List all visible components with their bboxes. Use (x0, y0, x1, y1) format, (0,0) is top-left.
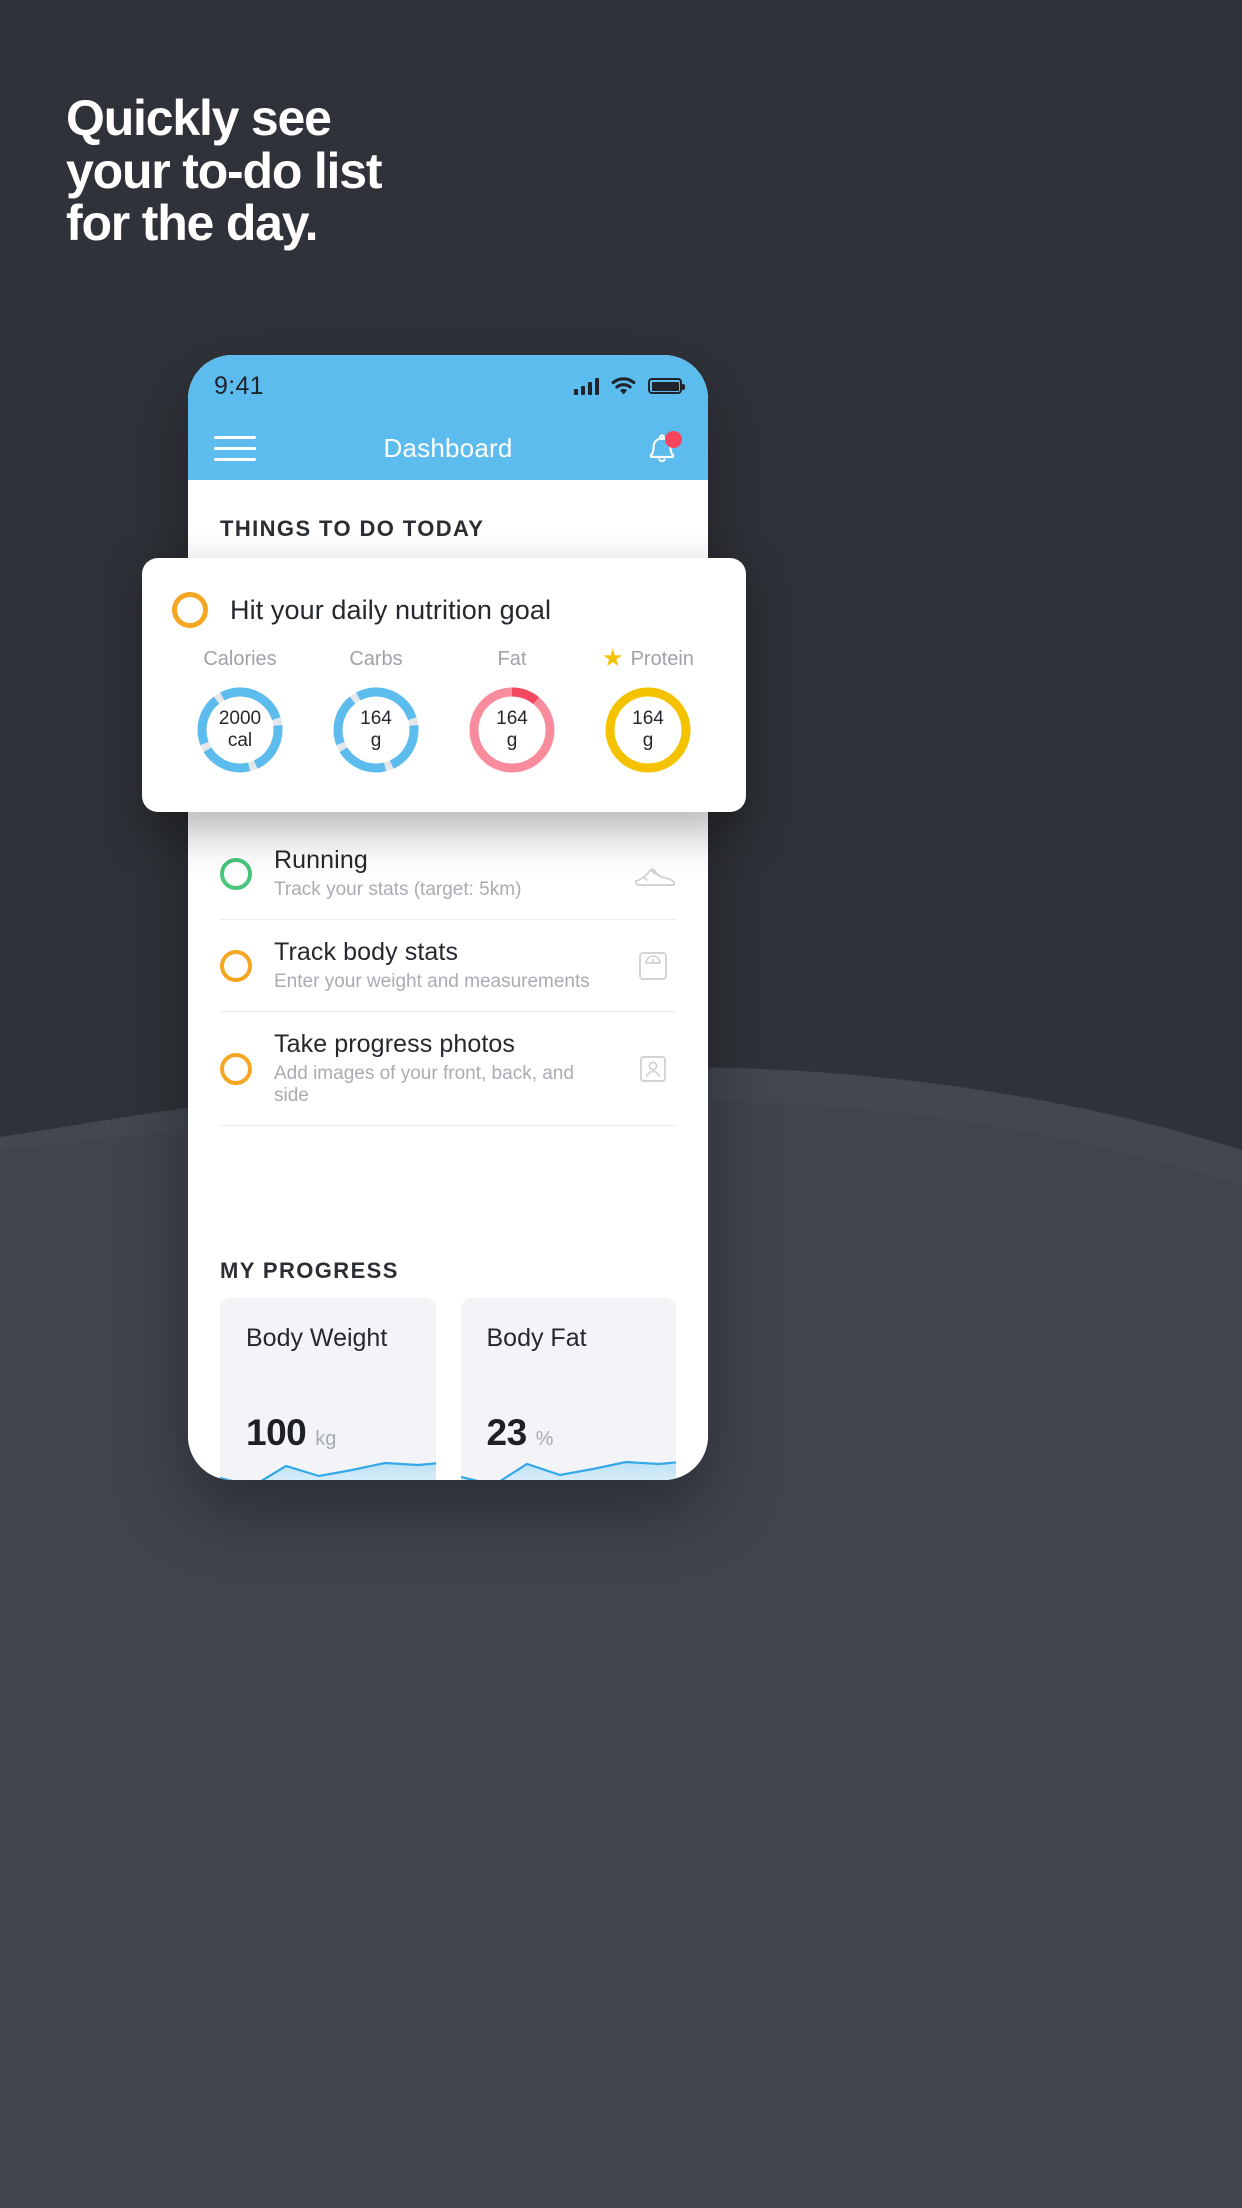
battery-full-icon (648, 378, 685, 394)
macro-label-text: Fat (497, 647, 527, 670)
list-item[interactable]: Take progress photos Add images of your … (220, 1012, 676, 1126)
weight-scale-icon (630, 943, 676, 989)
carbs-unit: g (370, 730, 382, 751)
macro-ring-group: Calories 2000 cal Carbs 164 g Fat 164 g … (172, 646, 716, 776)
app-navigation-bar: Dashboard (188, 417, 708, 480)
todo-title: Running (274, 846, 368, 874)
nutrition-checkbox-ring[interactable] (172, 592, 208, 628)
progress-section: MY PROGRESS Body Weight 100 kg Body Fat … (188, 1258, 708, 1480)
progress-card-title: Body Fat (486, 1324, 587, 1352)
todo-checkbox-ring[interactable] (220, 949, 252, 982)
wifi-icon (610, 376, 637, 396)
star-icon: ★ (602, 645, 624, 672)
macro-calories[interactable]: Calories 2000 cal (172, 646, 308, 776)
running-shoe-icon (630, 851, 676, 897)
calories-unit: cal (227, 730, 253, 751)
list-item[interactable]: Track body stats Enter your weight and m… (220, 920, 676, 1012)
progress-card-body-fat[interactable]: Body Fat 23 % (460, 1298, 676, 1480)
protein-value: 164 (632, 707, 664, 729)
progress-section-heading: MY PROGRESS (220, 1258, 399, 1283)
carbs-ring: 164 g (330, 684, 422, 776)
todo-section-heading: THINGS TO DO TODAY (220, 516, 485, 541)
body-fat-sparkline (460, 1460, 676, 1480)
macro-carbs[interactable]: Carbs 164 g (308, 646, 444, 776)
headline-line-2: your to-do list (66, 142, 383, 199)
macro-label-text: Protein (630, 647, 694, 670)
status-time: 9:41 (214, 371, 264, 400)
person-photo-icon (630, 1046, 676, 1092)
macro-label-text: Carbs (349, 647, 403, 670)
fat-unit: g (506, 730, 518, 751)
headline-line-3: for the day. (66, 195, 319, 251)
todo-checkbox-ring[interactable] (220, 1052, 252, 1085)
protein-unit: g (642, 730, 654, 751)
protein-ring: 164 g (602, 684, 694, 776)
page-title: Dashboard (383, 433, 513, 463)
macro-label-text: Calories (203, 647, 277, 670)
cellular-signal-icon (574, 377, 599, 395)
todo-subtitle: Enter your weight and measurements (274, 971, 590, 992)
hamburger-menu-icon[interactable] (214, 436, 256, 461)
phone-mockup: 9:41 Dashboard THINGS TO DO TODAY Runnin… (188, 355, 708, 1480)
progress-card-title: Body Weight (246, 1324, 388, 1352)
nutrition-goal-card[interactable]: Hit your daily nutrition goal Calories 2… (142, 558, 746, 812)
promo-headline: Quickly see your to-do list for the day. (66, 90, 383, 251)
notification-bell-icon[interactable] (642, 429, 682, 469)
progress-card-body-weight[interactable]: Body Weight 100 kg (220, 1298, 436, 1480)
todo-checkbox-ring[interactable] (220, 857, 252, 890)
notification-badge (665, 430, 682, 448)
macro-protein[interactable]: ★ Protein 164 g (580, 646, 716, 776)
todo-list: Running Track your stats (target: 5km) T… (188, 828, 708, 1126)
fat-ring: 164 g (466, 684, 558, 776)
todo-subtitle: Add images of your front, back, and side (274, 1063, 574, 1106)
todo-title: Take progress photos (274, 1030, 516, 1058)
status-bar: 9:41 (188, 355, 708, 417)
todo-title: Track body stats (274, 938, 459, 966)
nutrition-goal-title: Hit your daily nutrition goal (230, 594, 552, 625)
progress-card-grid: Body Weight 100 kg Body Fat 23 % (220, 1298, 676, 1480)
list-item[interactable]: Running Track your stats (target: 5km) (220, 828, 676, 920)
fat-value: 164 (496, 707, 528, 729)
macro-fat[interactable]: Fat 164 g (444, 646, 580, 776)
headline-line-1: Quickly see (66, 90, 332, 146)
calories-ring: 2000 cal (194, 684, 286, 776)
todo-subtitle: Track your stats (target: 5km) (274, 879, 522, 900)
carbs-value: 164 (360, 707, 392, 729)
nutrition-goal-header: Hit your daily nutrition goal (172, 592, 716, 628)
body-weight-sparkline (220, 1461, 436, 1480)
calories-value: 2000 (218, 707, 262, 729)
